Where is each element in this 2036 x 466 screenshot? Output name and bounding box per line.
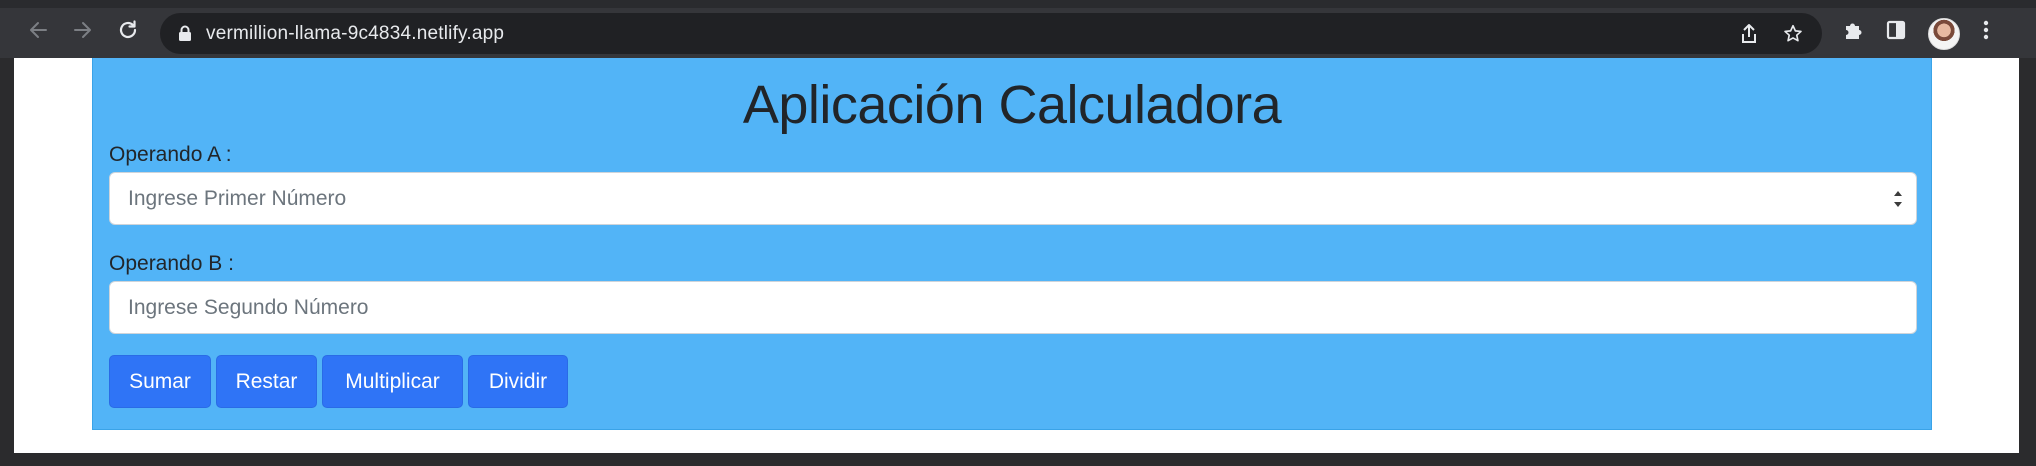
forward-arrow-icon[interactable] [65,12,101,48]
spinner-down-icon[interactable] [1893,201,1903,208]
back-arrow-icon[interactable] [20,12,56,48]
operand-b-input[interactable] [109,281,1917,334]
page-viewport: Aplicación Calculadora Operando A : Oper… [14,58,2019,453]
side-panel-icon[interactable] [1878,12,1914,48]
window-bottom-edge [0,453,2036,466]
extensions-puzzle-icon[interactable] [1835,12,1871,48]
dividir-button[interactable]: Dividir [468,355,568,408]
more-menu-icon[interactable] [1968,12,2004,48]
window-left-edge [0,58,14,453]
tab-strip-edge [0,0,2036,8]
lock-icon[interactable] [178,25,192,41]
window-right-edge [2019,58,2036,453]
restar-button[interactable]: Restar [216,355,317,408]
address-bar[interactable]: vermillion-llama-9c4834.netlify.app [160,13,1822,54]
share-icon[interactable] [1736,21,1762,47]
multiplicar-button[interactable]: Multiplicar [322,355,463,408]
operand-b-label: Operando B : [109,252,234,275]
operand-a-label: Operando A : [109,143,232,166]
url-text[interactable]: vermillion-llama-9c4834.netlify.app [206,23,504,45]
browser-toolbar: vermillion-llama-9c4834.netlify.app [0,0,2036,58]
profile-avatar[interactable] [1928,18,1960,50]
bookmark-star-icon[interactable] [1780,21,1806,47]
calculator-card: Aplicación Calculadora Operando A : Oper… [92,58,1932,430]
page-title: Aplicación Calculadora [742,75,1282,135]
reload-icon[interactable] [110,12,146,48]
number-spinner[interactable] [1891,184,1905,214]
sumar-button[interactable]: Sumar [109,355,211,408]
operand-a-input[interactable] [109,172,1917,225]
spinner-up-icon[interactable] [1893,190,1903,197]
